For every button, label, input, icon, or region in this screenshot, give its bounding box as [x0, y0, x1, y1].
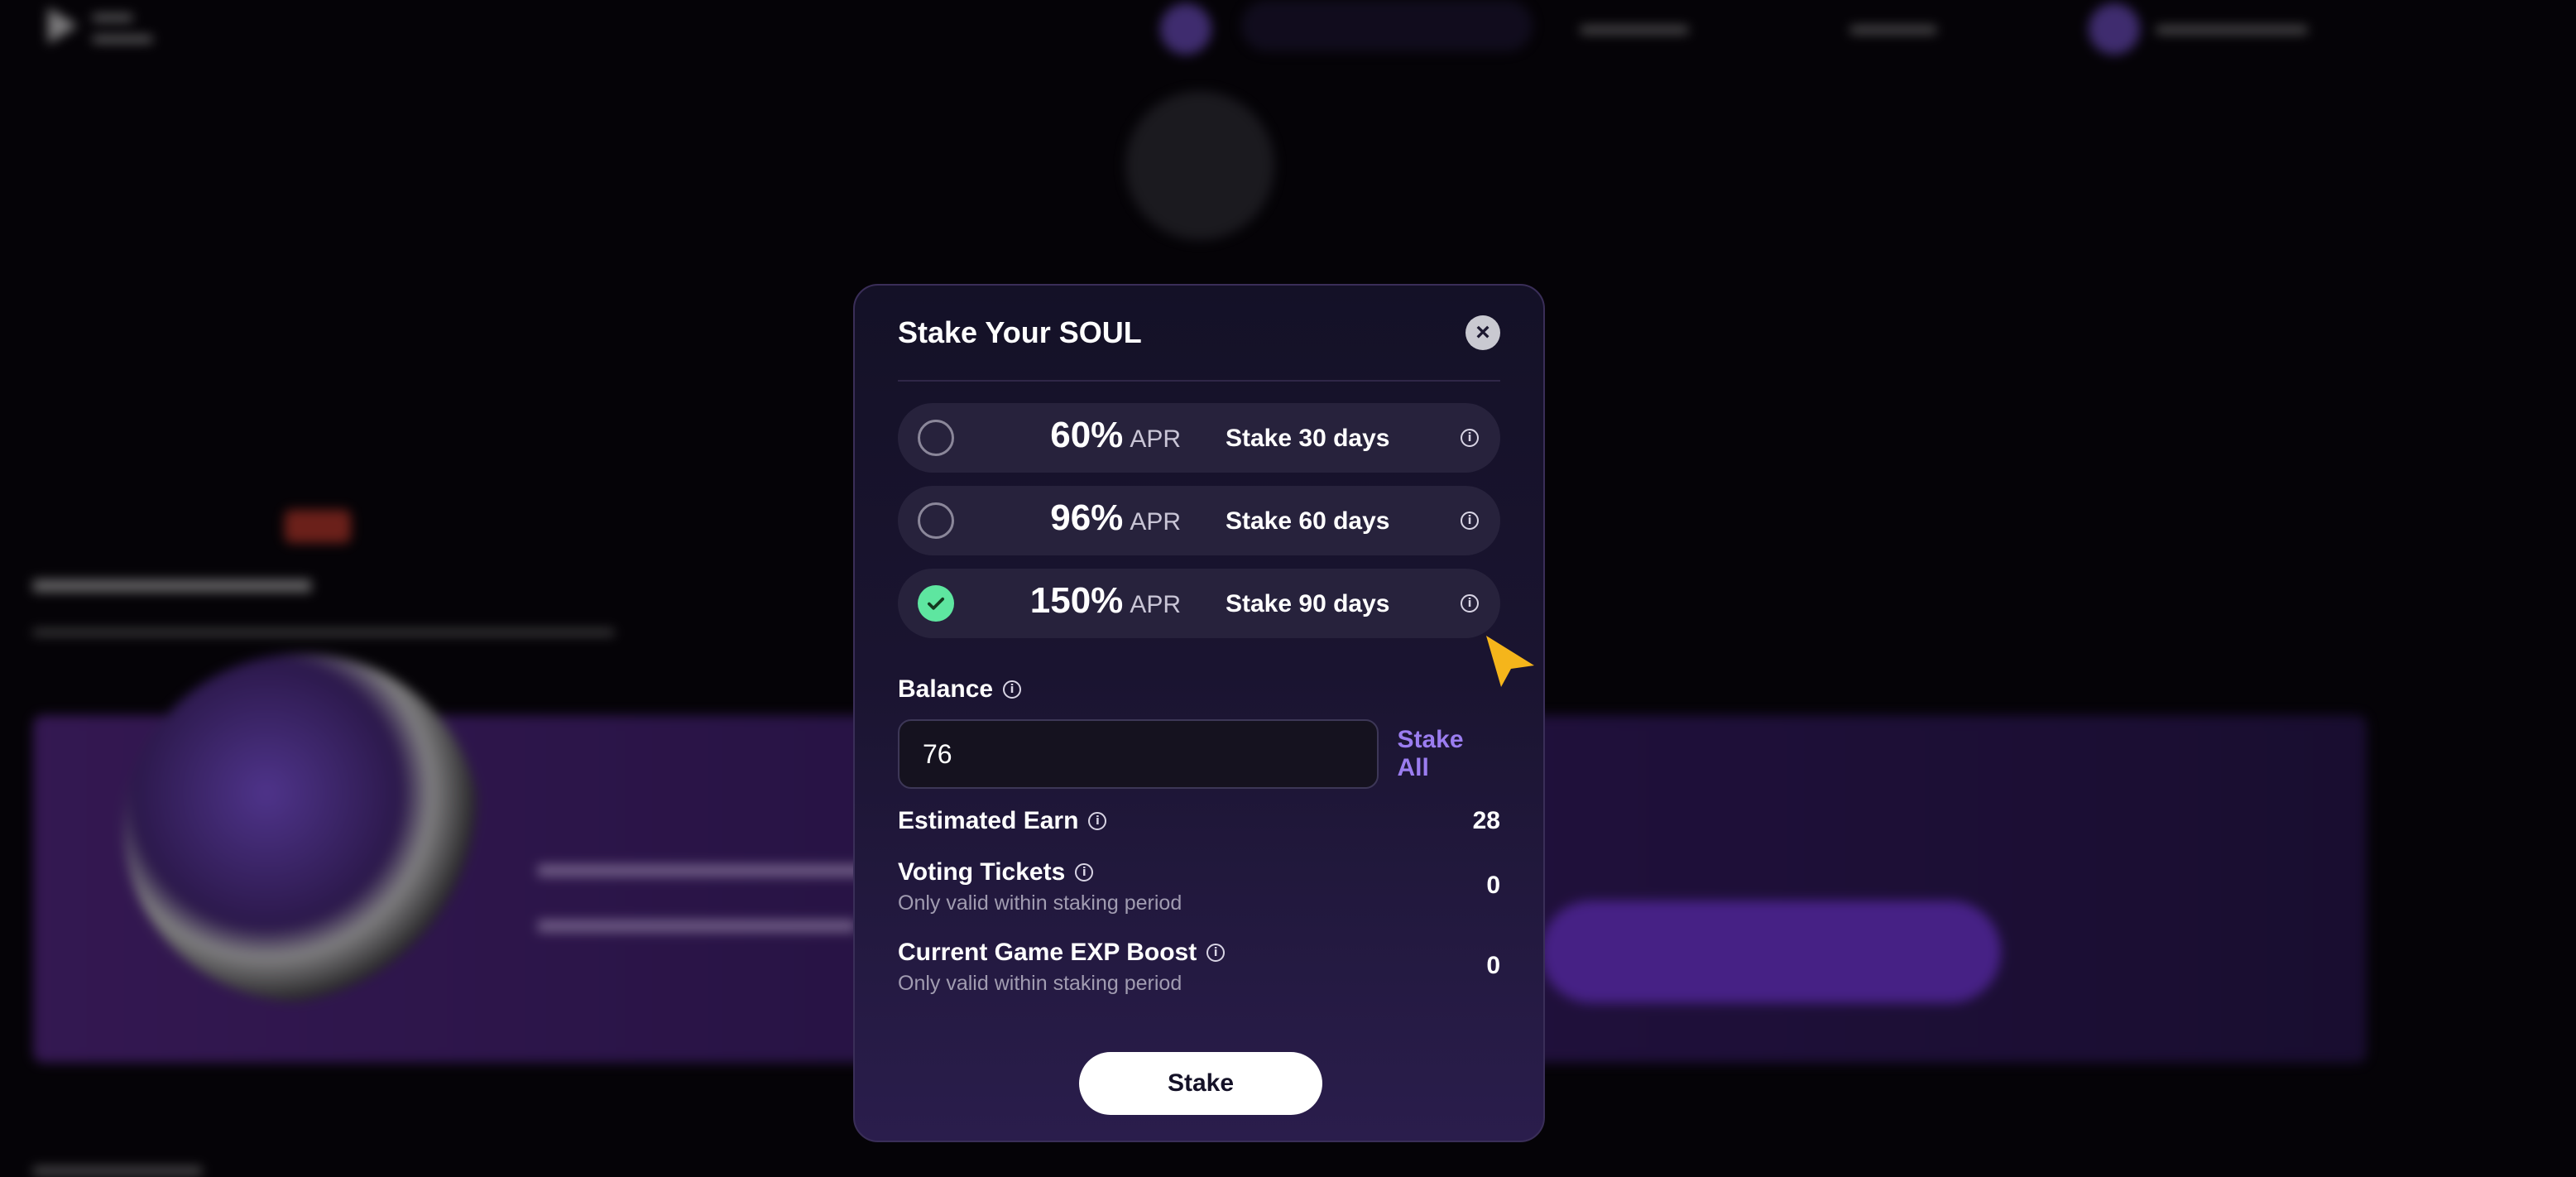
- row-label: Estimated Earn i: [898, 807, 1107, 835]
- info-icon[interactable]: i: [1461, 429, 1479, 447]
- radio-unchecked-icon[interactable]: [918, 420, 954, 456]
- stake-all-link[interactable]: Stake All: [1397, 726, 1500, 782]
- voting-tickets-value: 0: [1486, 872, 1500, 899]
- stake-duration: Stake 60 days: [1226, 507, 1390, 535]
- new-badge: [285, 510, 351, 543]
- close-button[interactable]: ×: [1465, 315, 1500, 350]
- estimated-earn-value: 28: [1472, 807, 1500, 834]
- stake-duration: Stake 30 days: [1226, 425, 1390, 452]
- option-30-days[interactable]: 60% APR Stake 30 days i: [898, 403, 1500, 473]
- apr-group: 60% APR: [1050, 415, 1181, 456]
- close-icon: ×: [1475, 319, 1490, 346]
- exp-boost-row: Current Game EXP Boost i Only valid with…: [898, 939, 1500, 996]
- user-name: ▬▬▬▬▬▬▬: [2156, 13, 2307, 38]
- staking-options: 60% APR Stake 30 days i 96% APR Stake 60…: [898, 403, 1500, 638]
- row-label-text: Voting Tickets: [898, 858, 1066, 886]
- balance-row: Stake All: [898, 719, 1500, 789]
- bottom-section-title: ▬▬▬▬▬▬: [33, 1151, 202, 1177]
- wallet-address-pill: [1241, 0, 1533, 51]
- section-title: ▬▬▬▬▬▬▬: [33, 557, 311, 601]
- estimated-earn-row: Estimated Earn i 28: [898, 807, 1500, 835]
- voting-tickets-row: Voting Tickets i Only valid within staki…: [898, 858, 1500, 915]
- modal-header: Stake Your SOUL ×: [898, 286, 1500, 382]
- section-subtitle: ▬▬▬▬▬▬▬▬▬▬▬▬▬▬▬▬▬▬▬▬▬▬▬▬▬▬▬: [33, 616, 614, 641]
- row-note: Only valid within staking period: [898, 891, 1182, 915]
- row-label-text: Current Game EXP Boost: [898, 939, 1197, 966]
- wallet-avatar: [1160, 3, 1211, 55]
- stake-modal: Stake Your SOUL × 60% APR Stake 30 days …: [853, 284, 1545, 1142]
- apr-unit: APR: [1130, 591, 1181, 618]
- modal-title: Stake Your SOUL: [898, 315, 1142, 349]
- row-note: Only valid within staking period: [898, 972, 1182, 995]
- banner-button: [1541, 901, 2001, 1003]
- info-icon[interactable]: i: [1075, 863, 1094, 882]
- balance-label-text: Balance: [898, 675, 994, 703]
- info-icon[interactable]: i: [1461, 512, 1479, 530]
- info-icon[interactable]: i: [1003, 680, 1022, 699]
- row-label-text: Estimated Earn: [898, 807, 1079, 834]
- stake-duration: Stake 90 days: [1226, 590, 1390, 617]
- info-icon[interactable]: i: [1461, 594, 1479, 613]
- apr-value: 60%: [1050, 415, 1124, 455]
- info-icon[interactable]: i: [1088, 812, 1107, 830]
- stake-amount-input[interactable]: [898, 719, 1379, 789]
- apr-unit: APR: [1130, 425, 1181, 453]
- apr-group: 150% APR: [1030, 580, 1181, 622]
- mouse-pointer-icon: [1486, 636, 1534, 687]
- profile-emblem: [1125, 91, 1274, 240]
- apr-group: 96% APR: [1050, 497, 1181, 539]
- exp-boost-value: 0: [1486, 952, 1500, 979]
- checkmark-icon[interactable]: [918, 585, 954, 622]
- stake-summary: Estimated Earn i 28 Voting Tickets i Onl…: [898, 807, 1500, 996]
- option-60-days[interactable]: 96% APR Stake 60 days i: [898, 486, 1500, 555]
- balance-label: Balance i: [898, 673, 1500, 706]
- option-90-days[interactable]: 150% APR Stake 90 days i: [898, 569, 1500, 638]
- apr-unit: APR: [1130, 508, 1181, 536]
- apr-value: 150%: [1029, 580, 1124, 621]
- stake-button[interactable]: Stake: [1079, 1052, 1322, 1115]
- row-label: Current Game EXP Boost i: [898, 939, 1226, 967]
- info-icon[interactable]: i: [1206, 944, 1226, 962]
- apr-value: 96%: [1050, 497, 1124, 538]
- banner-illustration: [124, 654, 480, 1002]
- radio-unchecked-icon[interactable]: [918, 502, 954, 539]
- row-label: Voting Tickets i: [898, 858, 1182, 886]
- nav-item: ▬▬▬▬: [1850, 13, 1936, 38]
- app-logo: ▬▬ ▬▬▬: [48, 0, 213, 51]
- banner-text: ▬▬▬▬▬▬▬▬▬ ▬▬▬▬▬▬▬▬: [538, 842, 895, 942]
- nav-item: ▬▬▬▬▬: [1581, 13, 1688, 38]
- user-avatar: [2089, 3, 2140, 55]
- app-screen: ▬▬ ▬▬▬ ▬▬▬▬▬ ▬▬▬▬ ▬▬▬▬▬▬▬ ▬▬▬▬▬▬▬ ▬▬▬▬▬▬▬…: [0, 0, 2576, 1177]
